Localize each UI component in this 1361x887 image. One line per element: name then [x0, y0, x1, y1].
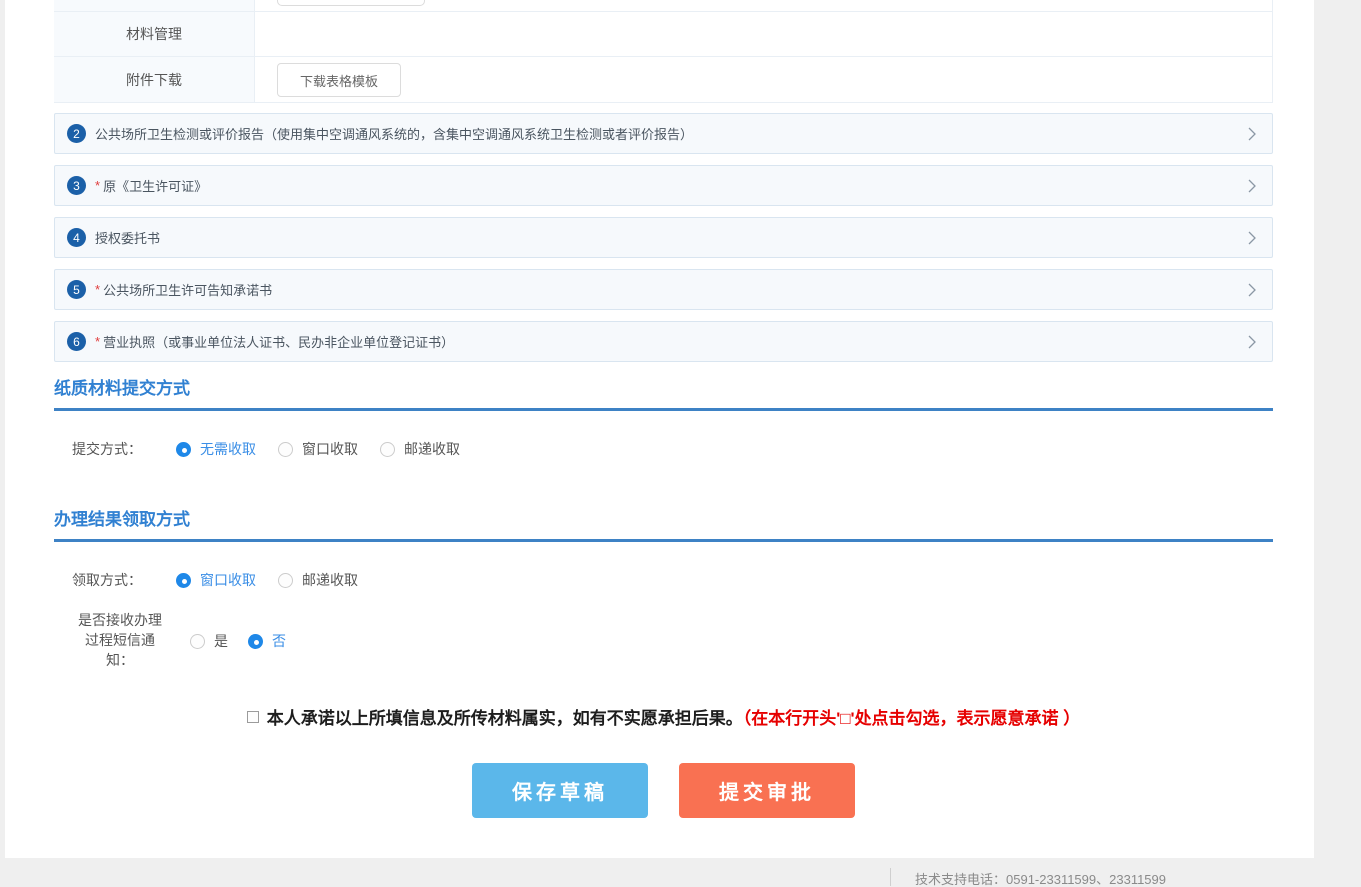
accordion-item-label: 营业执照（或事业单位法人证书、民办非企业单位登记证书） [103, 332, 454, 351]
attachment-download-label: 附件下载 [54, 57, 255, 102]
agreement-row: 本人承诺以上所填信息及所传材料属实，如有不实愿承担后果。（在本行开头'□'处点击… [54, 704, 1273, 729]
material-manage-label: 材料管理 [54, 12, 255, 56]
accordion-item-label: 授权委托书 [95, 228, 160, 247]
number-badge: 6 [67, 332, 86, 351]
save-draft-button[interactable]: 保存草稿 [472, 763, 648, 818]
radio-unselected-icon [278, 442, 293, 457]
accordion-item-label: 公共场所卫生许可告知承诺书 [103, 280, 272, 299]
sms-notify-label: 是否接收办理过程短信通知： [78, 610, 162, 670]
download-template-button[interactable]: 下载表格模板 [277, 63, 401, 97]
chevron-right-icon [1248, 127, 1256, 141]
accordion-item-4[interactable]: 4 授权委托书 [54, 217, 1273, 258]
radio-mail-pickup[interactable]: 邮递收取 [278, 570, 358, 590]
chevron-right-icon [1248, 335, 1256, 349]
pickup-method-row: 领取方式： 窗口收取 邮递收取 [54, 571, 380, 589]
accordion-item-label: 原《卫生许可证》 [103, 176, 207, 195]
section-paper-submission: 纸质材料提交方式 [54, 374, 1273, 411]
radio-selected-icon [176, 573, 191, 588]
support-phone-text: 技术支持电话：0591-23311599、23311599 [915, 873, 1166, 887]
radio-sms-no[interactable]: 否 [248, 631, 286, 651]
chevron-right-icon [1248, 231, 1256, 245]
submission-method-row: 提交方式： 无需收取 窗口收取 邮递收取 [54, 440, 482, 458]
number-badge: 2 [67, 124, 86, 143]
table-row: 材料管理 [54, 12, 1272, 57]
radio-selected-icon [248, 634, 263, 649]
footer-divider [890, 868, 891, 886]
submission-method-label: 提交方式： [72, 439, 176, 459]
radio-no-collection[interactable]: 无需收取 [176, 439, 256, 459]
material-info-table: 材料管理 附件下载 下载表格模板 [54, 0, 1273, 103]
sms-notify-options: 是 否 [174, 631, 306, 651]
clipped-button[interactable] [277, 0, 425, 6]
pickup-method-label: 领取方式： [72, 570, 176, 590]
radio-mail-collection[interactable]: 邮递收取 [380, 439, 460, 459]
section-result-pickup: 办理结果领取方式 [54, 505, 1273, 542]
material-accordion: 2 公共场所卫生检测或评价报告（使用集中空调通风系统的，含集中空调通风系统卫生检… [54, 113, 1273, 373]
accordion-item-label: 公共场所卫生检测或评价报告（使用集中空调通风系统的，含集中空调通风系统卫生检测或… [95, 124, 693, 143]
required-asterisk: * [95, 178, 100, 193]
radio-window-collection[interactable]: 窗口收取 [278, 439, 358, 459]
action-buttons: 保存草稿 提交审批 [54, 763, 1273, 818]
radio-unselected-icon [380, 442, 395, 457]
radio-unselected-icon [190, 634, 205, 649]
table-row: 附件下载 下载表格模板 [54, 57, 1272, 103]
section-title: 纸质材料提交方式 [54, 379, 190, 398]
accordion-item-3[interactable]: 3 * 原《卫生许可证》 [54, 165, 1273, 206]
radio-sms-yes[interactable]: 是 [190, 631, 228, 651]
number-badge: 3 [67, 176, 86, 195]
agreement-text: 本人承诺以上所填信息及所传材料属实，如有不实愿承担后果。（在本行开头'□'处点击… [267, 704, 1081, 729]
agreement-hint-red: （在本行开头'□'处点击勾选，表示愿意承诺 ） [743, 709, 1081, 728]
table-row-clipped [54, 0, 1272, 12]
submit-approval-button[interactable]: 提交审批 [679, 763, 855, 818]
number-badge: 4 [67, 228, 86, 247]
accordion-item-6[interactable]: 6 * 营业执照（或事业单位法人证书、民办非企业单位登记证书） [54, 321, 1273, 362]
material-manage-value [255, 12, 1272, 56]
agreement-checkbox[interactable] [247, 711, 259, 723]
chevron-right-icon [1248, 179, 1256, 193]
radio-selected-icon [176, 442, 191, 457]
accordion-item-5[interactable]: 5 * 公共场所卫生许可告知承诺书 [54, 269, 1273, 310]
section-title: 办理结果领取方式 [54, 510, 190, 529]
radio-window-pickup[interactable]: 窗口收取 [176, 570, 256, 590]
number-badge: 5 [67, 280, 86, 299]
content-card: 材料管理 附件下载 下载表格模板 2 公共场所卫生检测或评价报告（使用集中空调通… [5, 0, 1314, 858]
accordion-item-2[interactable]: 2 公共场所卫生检测或评价报告（使用集中空调通风系统的，含集中空调通风系统卫生检… [54, 113, 1273, 154]
radio-unselected-icon [278, 573, 293, 588]
chevron-right-icon [1248, 283, 1256, 297]
required-asterisk: * [95, 334, 100, 349]
required-asterisk: * [95, 282, 100, 297]
page-footer: 技术支持电话：0591-23311599、23311599 [0, 858, 1361, 886]
